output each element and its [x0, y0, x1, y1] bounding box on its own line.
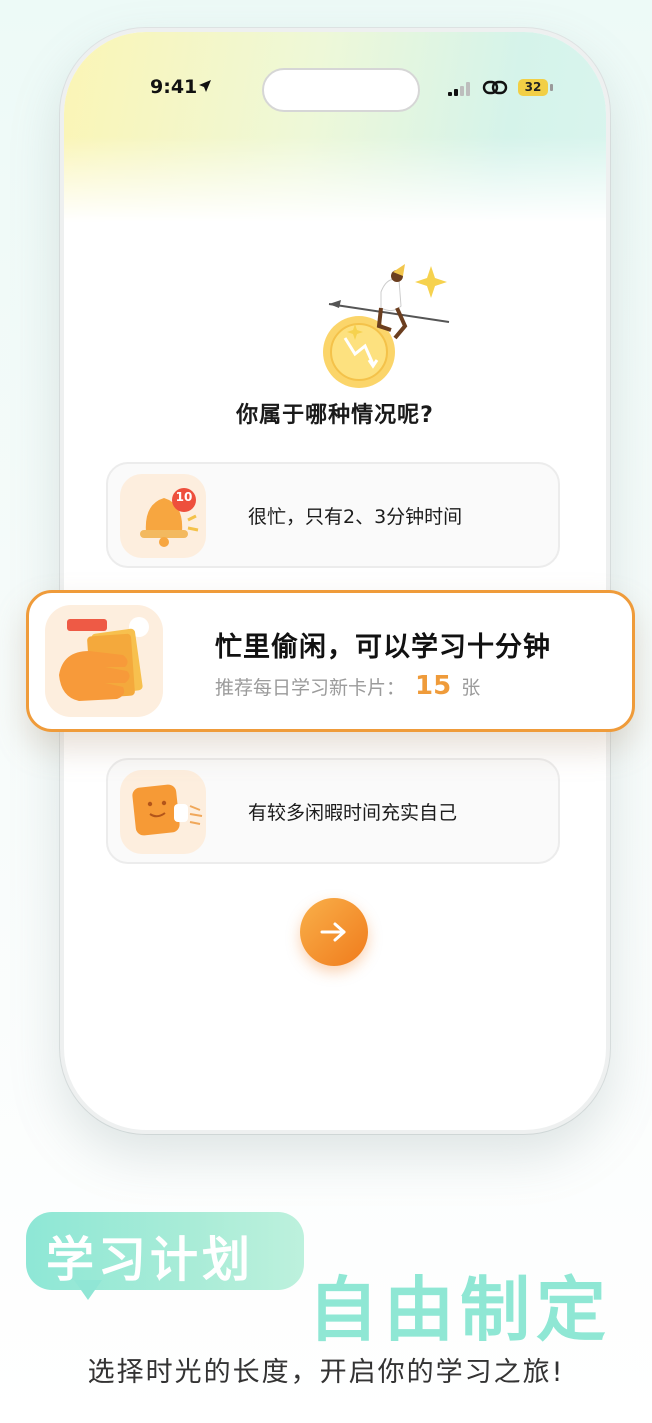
option-thumb	[45, 605, 163, 717]
battery-tip	[550, 84, 553, 91]
option-thumb	[120, 474, 206, 558]
promo-tagline: 选择时光的长度，开启你的学习之旅!	[87, 1357, 565, 1388]
option-label: 有较多闲暇时间充实自己	[248, 801, 458, 824]
notification-badge: 10	[175, 490, 193, 504]
battery-indicator: 32	[518, 79, 548, 96]
arrow-right-icon	[320, 922, 346, 942]
dynamic-island	[262, 68, 420, 112]
cards-hand-icon	[59, 617, 149, 701]
header-gradient	[64, 32, 606, 222]
promo-bubble-text: 学习计划	[46, 1232, 255, 1288]
option-label: 很忙，只有2、3分钟时间	[248, 505, 463, 528]
link-icon	[482, 80, 508, 95]
option-thumb	[120, 770, 206, 854]
phone-frame: 9:41 32 你属于哪种情况呢? 10 很忙，只有2、3分钟时间 有较多闲暇时…	[60, 28, 610, 1134]
signal-icon	[448, 82, 470, 96]
next-button[interactable]	[300, 898, 368, 966]
recommended-count: 15	[415, 671, 452, 701]
recommendation-prefix: 推荐每日学习新卡片：	[215, 677, 406, 699]
option-free-time[interactable]: 有较多闲暇时间充实自己	[106, 758, 560, 864]
bell-icon	[140, 488, 199, 547]
rider-on-coin-illustration	[323, 264, 450, 388]
option-label: 忙里偷闲，可以学习十分钟	[215, 632, 551, 663]
option-ten-minutes-selected[interactable]: 忙里偷闲，可以学习十分钟 推荐每日学习新卡片： 15 张	[26, 590, 635, 732]
running-card-icon	[132, 784, 203, 836]
recommendation-unit: 张	[461, 677, 481, 699]
promo-slogan: 自由制定	[308, 1269, 612, 1351]
option-busy[interactable]: 10 很忙，只有2、3分钟时间	[106, 462, 560, 568]
location-arrow-icon	[199, 80, 211, 92]
question-heading: 你属于哪种情况呢?	[236, 403, 434, 428]
status-time: 9:41	[150, 76, 198, 98]
recommendation-line: 推荐每日学习新卡片： 15 张	[215, 671, 480, 701]
